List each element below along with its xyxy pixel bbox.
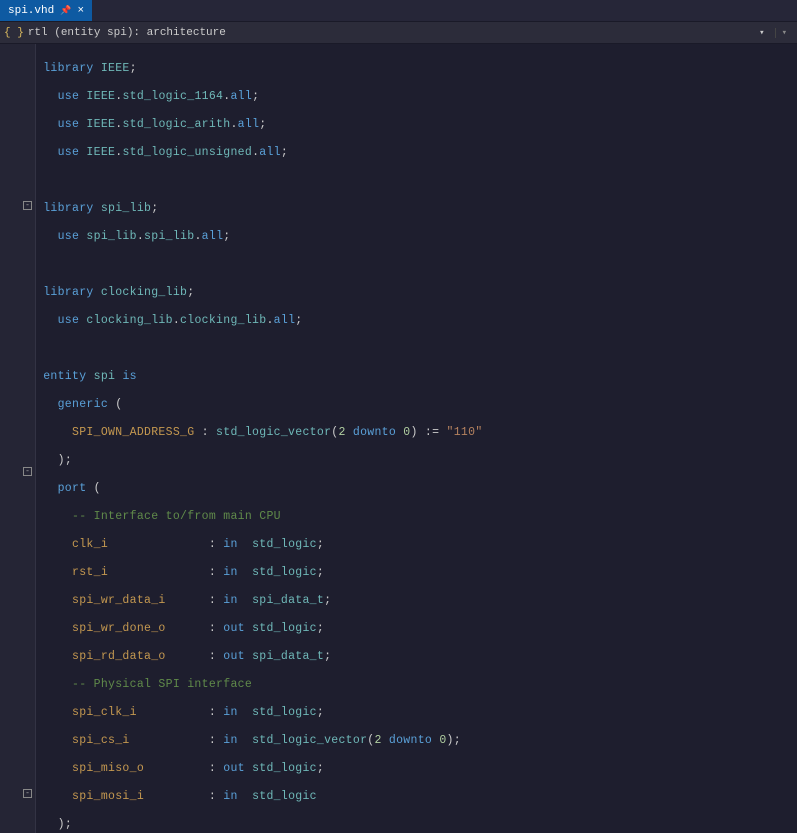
nav-dropdown-left[interactable]: ▾ — [759, 28, 770, 38]
pin-icon[interactable]: 📌 — [60, 6, 71, 16]
fold-marker[interactable]: - — [23, 467, 32, 476]
gutter: - - - — [0, 44, 36, 833]
navigation-bar: { } rtl (entity spi): architecture ▾ ▾ — [0, 22, 797, 44]
fold-marker[interactable]: - — [23, 201, 32, 210]
tab-filename: spi.vhd — [8, 5, 54, 17]
tab-spi-vhd[interactable]: spi.vhd 📌 × — [0, 0, 92, 21]
nav-dropdown-right[interactable]: ▾ — [775, 28, 793, 38]
breadcrumb[interactable]: rtl (entity spi): architecture — [28, 27, 226, 39]
code-editor[interactable]: - - - library IEEE; use IEEE.std_logic_1… — [0, 44, 797, 833]
fold-marker[interactable]: - — [23, 789, 32, 798]
code-area[interactable]: library IEEE; use IEEE.std_logic_1164.al… — [36, 44, 797, 833]
braces-icon: { } — [4, 27, 24, 39]
close-icon[interactable]: × — [77, 5, 84, 17]
tab-bar: spi.vhd 📌 × — [0, 0, 797, 22]
